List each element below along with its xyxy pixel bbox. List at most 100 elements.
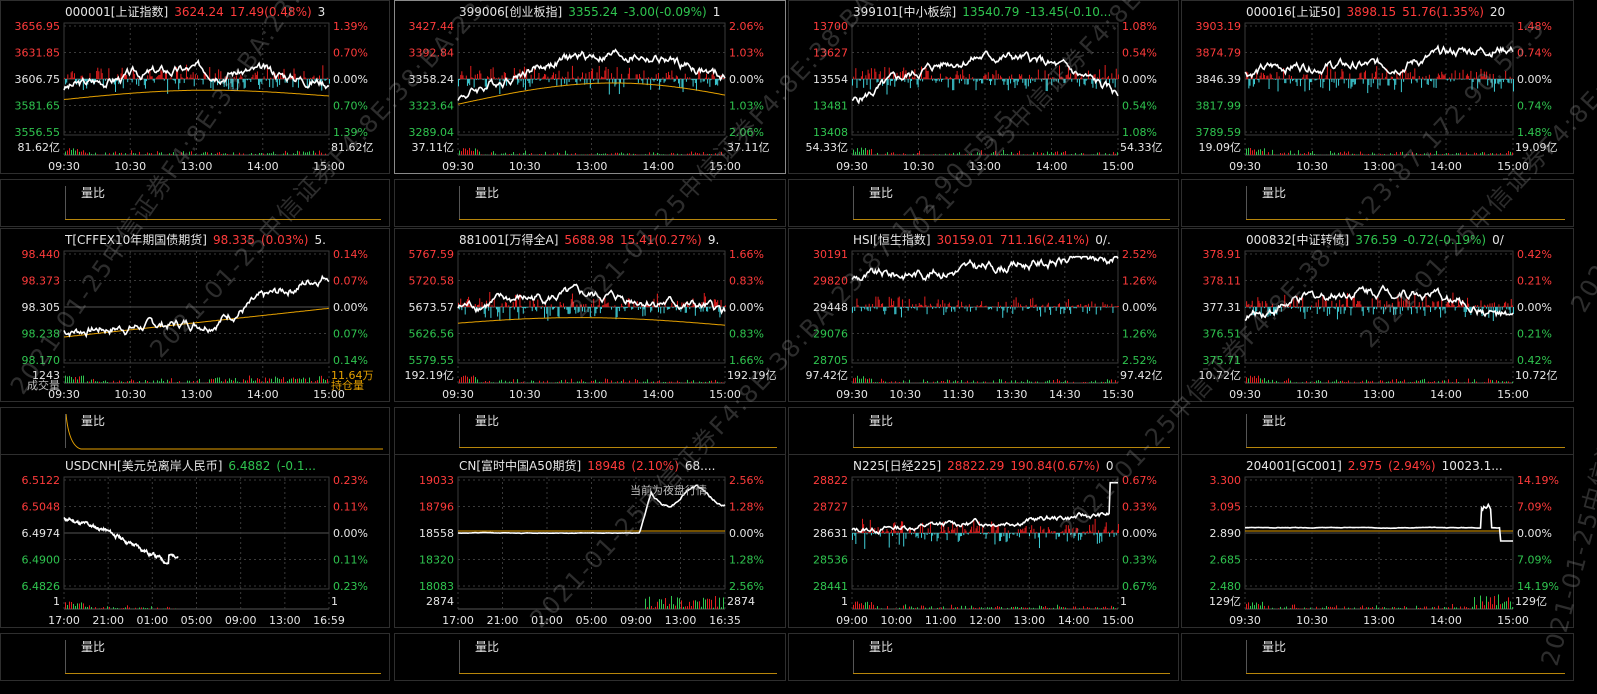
volume-ratio-panel[interactable]: 量比 [0,407,390,455]
volume-bar [131,379,132,383]
volume-bar [619,153,620,155]
volume-bar [927,380,928,383]
volume-ratio-panel[interactable]: 量比 [394,407,786,455]
change-bar [953,79,955,91]
change-bar [143,79,145,86]
y-tick-left: 6.4974 [22,527,61,540]
change-bar [1341,69,1343,79]
volume-bar [67,604,68,609]
y-tick-left: 3846.39 [1196,73,1242,86]
change-bar [1389,79,1391,80]
volume-bar [1454,607,1455,609]
change-bar [236,79,238,91]
change-bar [1377,297,1379,307]
change-bar [915,304,917,307]
volume-bar [325,380,326,383]
quote-panel-11[interactable]: 204001[GC001] 2.975 (2.94%) 10023.1... 3.300… [1181,454,1574,628]
change-bar [1047,302,1049,307]
volume-bar [1354,153,1355,155]
volume-bar [1031,608,1032,609]
change-bar [713,299,715,307]
x-tick: 09:30 [442,388,474,401]
volume-ratio-panel[interactable]: 量比 [788,407,1179,455]
volume-bar [865,378,866,383]
change-bar [523,307,525,309]
change-bar [975,79,977,91]
quote-panel-2[interactable]: 399101[中小板综] 13540.79 -13.45(-0.10... 13700… [788,0,1179,174]
change-bar [239,77,241,79]
change-bar [493,76,495,79]
quote-panel-10[interactable]: N225[日经225] 28822.29 190.84(0.67%) 0 28822 28… [788,454,1179,628]
x-tick: 13:00 [269,614,301,627]
volume-bar [1342,608,1343,609]
volume-bar [1444,380,1445,383]
change-bar [470,65,472,79]
volume-bar [1348,151,1349,155]
volume-bar [1292,604,1293,609]
change-bar [164,73,166,79]
change-bar [1112,529,1114,533]
quote-panel-6[interactable]: HSI[恒生指数] 30159.01 711.16(2.41%) 0/. 30191 29… [788,228,1179,402]
change-bar [475,79,477,80]
change-bar [1390,306,1392,307]
volume-ratio-panel[interactable]: 量比 [0,633,390,681]
volume-bar [1001,606,1002,609]
volume-bar [1262,379,1263,383]
volume-bar [1372,606,1373,609]
change-bar [552,72,554,79]
volume-bar [227,381,228,383]
change-bar [897,79,899,80]
volume-ratio-panel[interactable]: 量比 [394,179,786,227]
change-bar [934,533,936,535]
volume-ratio-panel[interactable]: 量比 [1181,407,1574,455]
change-bar [663,307,665,314]
x-tick: 10:30 [1296,614,1328,627]
volume-ratio-panel[interactable]: 量比 [788,179,1179,227]
quote-panel-5[interactable]: 881001[万得全A] 5688.98 15.41(0.27%) 9. 5767.59… [394,228,786,402]
change-bar [1061,531,1063,533]
change-bar [1489,303,1491,307]
y-tick-right: 0.54% [1122,47,1157,60]
change-bar [1034,79,1036,82]
quote-panel-4[interactable]: T[CFFEX10年期国债期货] 98.335 (0.03%) 5. 98.440 98.… [0,228,390,402]
change-bar [507,77,509,79]
change-bar [1027,307,1029,309]
change-bar [1424,79,1426,81]
volume-ratio-panel[interactable]: 量比 [1181,179,1574,227]
volume-bar [277,377,278,383]
quote-panel-7[interactable]: 000832[中证转债] 376.59 -0.72(-0.19%) 0/378.91 3… [1181,228,1574,402]
volume-bar [489,380,490,383]
volume-max-left: 54.33亿 [806,141,849,154]
quote-panel-3[interactable]: 000016[上证50] 3898.15 51.76(1.35%) 20 3903.19… [1181,0,1574,174]
volume-ratio-panel[interactable]: 量比 [0,179,390,227]
change-bar [476,305,478,307]
change-bar [551,307,553,310]
change-bar [544,73,546,79]
change-bar [1247,304,1249,307]
change-bar [880,532,882,533]
y-tick-right: 0.23% [333,474,368,487]
volume-ratio-panel[interactable]: 量比 [394,633,786,681]
quote-panel-8[interactable]: USDCNH[美元兑离岸人民币] 6.4882 (-0.1... 6.5122 6.50… [0,454,390,628]
change-bar [500,306,502,307]
volume-bar [857,375,858,383]
change-bar [958,533,960,541]
change-bar [1427,304,1429,307]
volume-bar [1422,379,1423,383]
volume-bar [687,153,688,155]
change-bar [1449,304,1451,307]
change-bar [172,79,174,80]
change-bar [981,79,983,84]
volume-ratio-panel[interactable]: 量比 [1181,633,1574,681]
volume-bar [617,152,618,155]
change-bar [1451,73,1453,79]
change-bar [676,76,678,79]
change-bar [305,78,307,79]
volume-ratio-panel[interactable]: 量比 [788,633,1179,681]
quote-panel-0[interactable]: 000001[上证指数] 3624.24 17.49(0.48%) 3 3656.95 3… [0,0,390,174]
change-bar [625,307,627,309]
change-bar [187,76,189,79]
quote-panel-9[interactable]: CN[富时中国A50期货] 18948 (2.10%) 68.... 19033 1879… [394,454,786,628]
change-bar [469,79,471,86]
quote-panel-1[interactable]: 399006[创业板指] 3355.24 -3.00(-0.09%) 1 3427.44… [394,0,786,174]
